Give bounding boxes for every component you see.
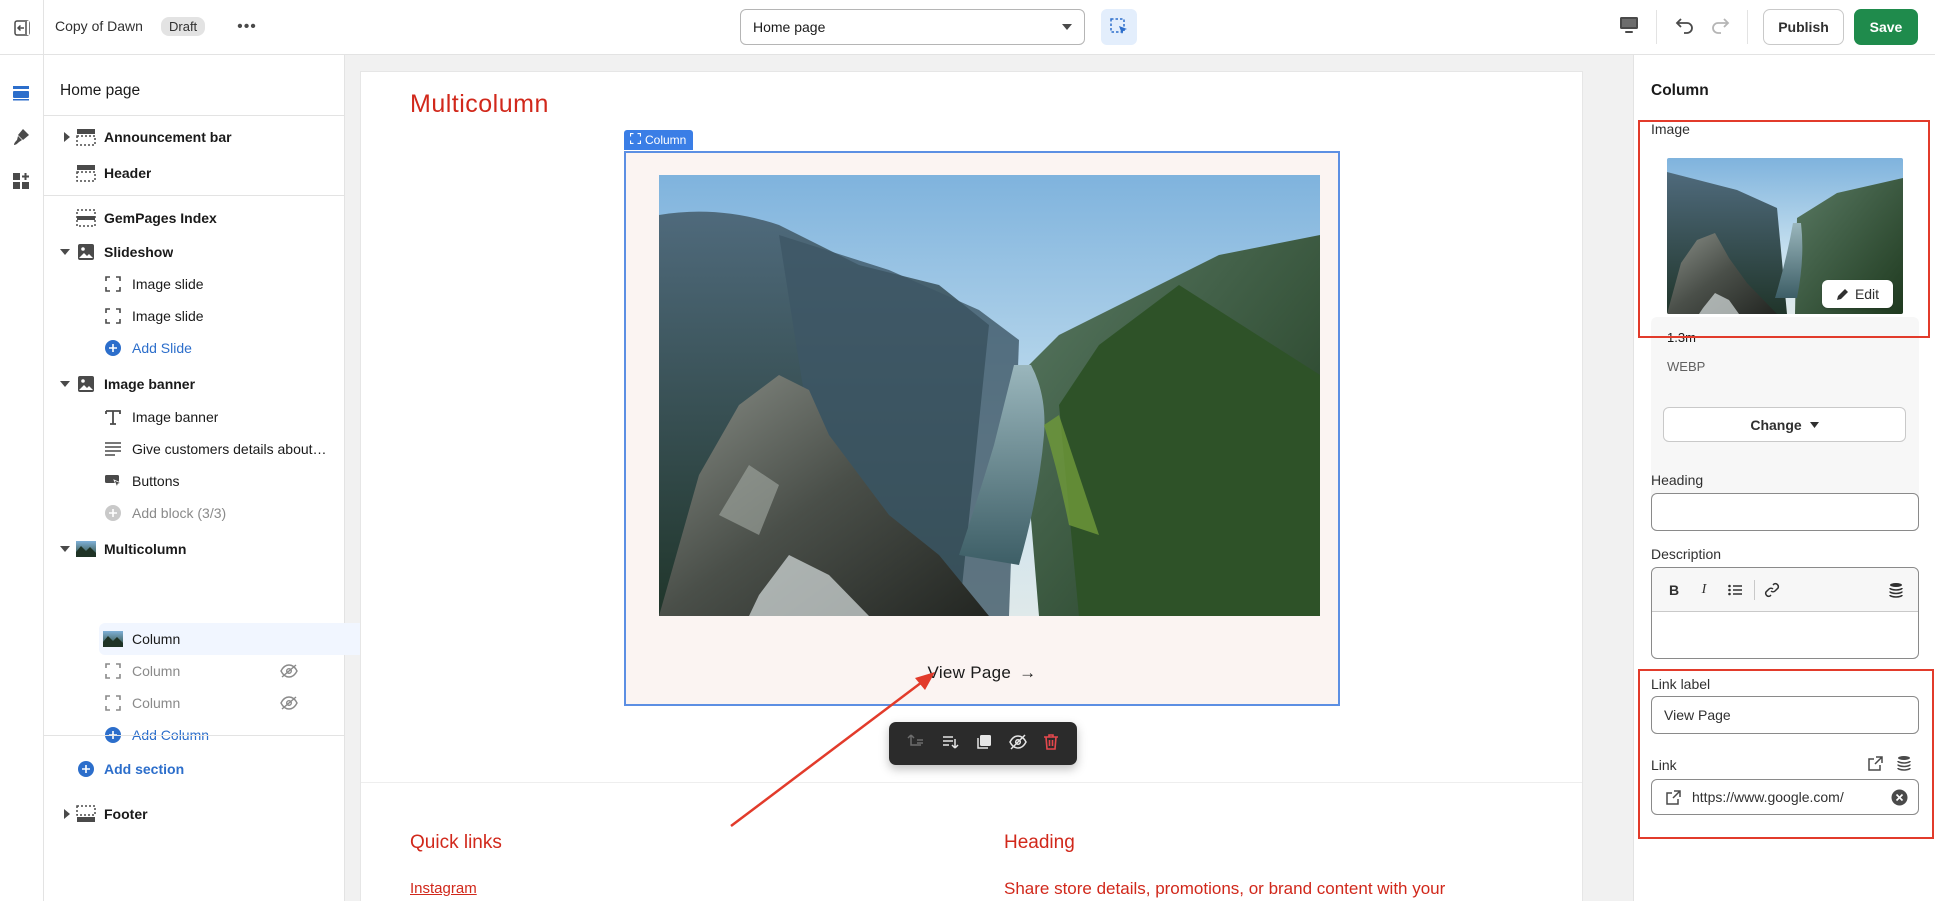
theme-editor: Copy of Dawn Draft ••• Home page Publish… xyxy=(0,0,1935,901)
annotation-arrow xyxy=(730,672,935,827)
